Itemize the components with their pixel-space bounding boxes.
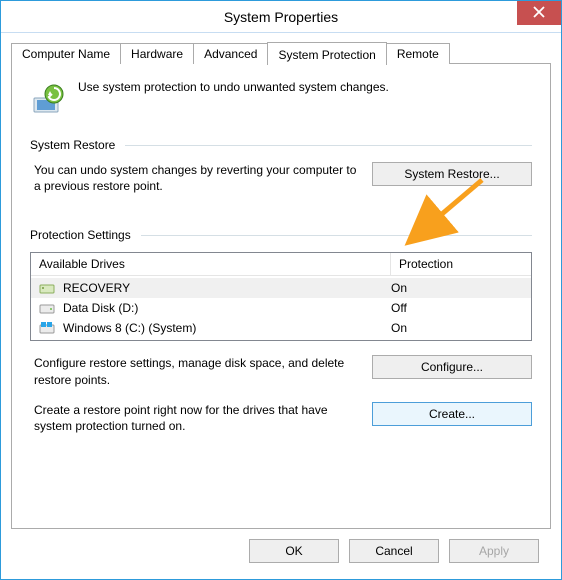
group-header: System Restore [30, 138, 532, 152]
drive-name: Windows 8 (C:) (System) [63, 321, 383, 335]
restore-description: You can undo system changes by reverting… [34, 162, 358, 194]
configure-button[interactable]: Configure... [372, 355, 532, 379]
content-area: Computer Name Hardware Advanced System P… [1, 33, 561, 579]
drive-row[interactable]: Windows 8 (C:) (System) On [31, 318, 531, 338]
window-title: System Properties [224, 9, 338, 25]
group-divider [141, 235, 532, 236]
tab-bar: Computer Name Hardware Advanced System P… [11, 41, 551, 64]
tab-hardware[interactable]: Hardware [120, 43, 194, 64]
intro-row: Use system protection to undo unwanted s… [30, 80, 532, 116]
drives-header-row: Available Drives Protection [31, 253, 531, 276]
group-divider [125, 145, 532, 146]
drives-body: RECOVERY On Data Disk (D:) Off [31, 276, 531, 340]
windows-disk-icon [39, 320, 55, 336]
system-properties-window: System Properties Computer Name Hardware… [0, 0, 562, 580]
configure-description: Configure restore settings, manage disk … [34, 355, 358, 387]
drive-protection-value: On [391, 281, 523, 295]
drive-protection-value: Off [391, 301, 523, 315]
titlebar: System Properties [1, 1, 561, 33]
tab-remote[interactable]: Remote [386, 43, 450, 64]
drive-row[interactable]: Data Disk (D:) Off [31, 298, 531, 318]
drives-table: Available Drives Protection RECOVERY On [30, 252, 532, 341]
system-restore-button[interactable]: System Restore... [372, 162, 532, 186]
group-protection-settings: Protection Settings Available Drives Pro… [30, 228, 532, 434]
tab-advanced[interactable]: Advanced [193, 43, 268, 64]
group-title-protection: Protection Settings [30, 228, 131, 242]
drive-icon [39, 280, 55, 296]
drive-name: RECOVERY [63, 281, 383, 295]
group-title-restore: System Restore [30, 138, 115, 152]
column-header-drives[interactable]: Available Drives [31, 253, 391, 275]
disk-icon [39, 300, 55, 316]
create-button[interactable]: Create... [372, 402, 532, 426]
tab-system-protection[interactable]: System Protection [267, 42, 386, 65]
drive-row[interactable]: RECOVERY On [31, 278, 531, 298]
apply-button[interactable]: Apply [449, 539, 539, 563]
cancel-button[interactable]: Cancel [349, 539, 439, 563]
drive-name: Data Disk (D:) [63, 301, 383, 315]
tab-panel-system-protection: Use system protection to undo unwanted s… [11, 63, 551, 529]
dialog-button-bar: OK Cancel Apply [11, 529, 551, 567]
close-button[interactable] [517, 1, 561, 25]
drive-protection-value: On [391, 321, 523, 335]
column-header-protection[interactable]: Protection [391, 253, 531, 275]
intro-text: Use system protection to undo unwanted s… [78, 80, 389, 94]
tab-computer-name[interactable]: Computer Name [11, 43, 121, 64]
create-description: Create a restore point right now for the… [34, 402, 358, 434]
group-header: Protection Settings [30, 228, 532, 242]
system-protection-icon [30, 80, 66, 116]
group-system-restore: System Restore You can undo system chang… [30, 138, 532, 214]
ok-button[interactable]: OK [249, 539, 339, 563]
close-icon [533, 5, 545, 21]
